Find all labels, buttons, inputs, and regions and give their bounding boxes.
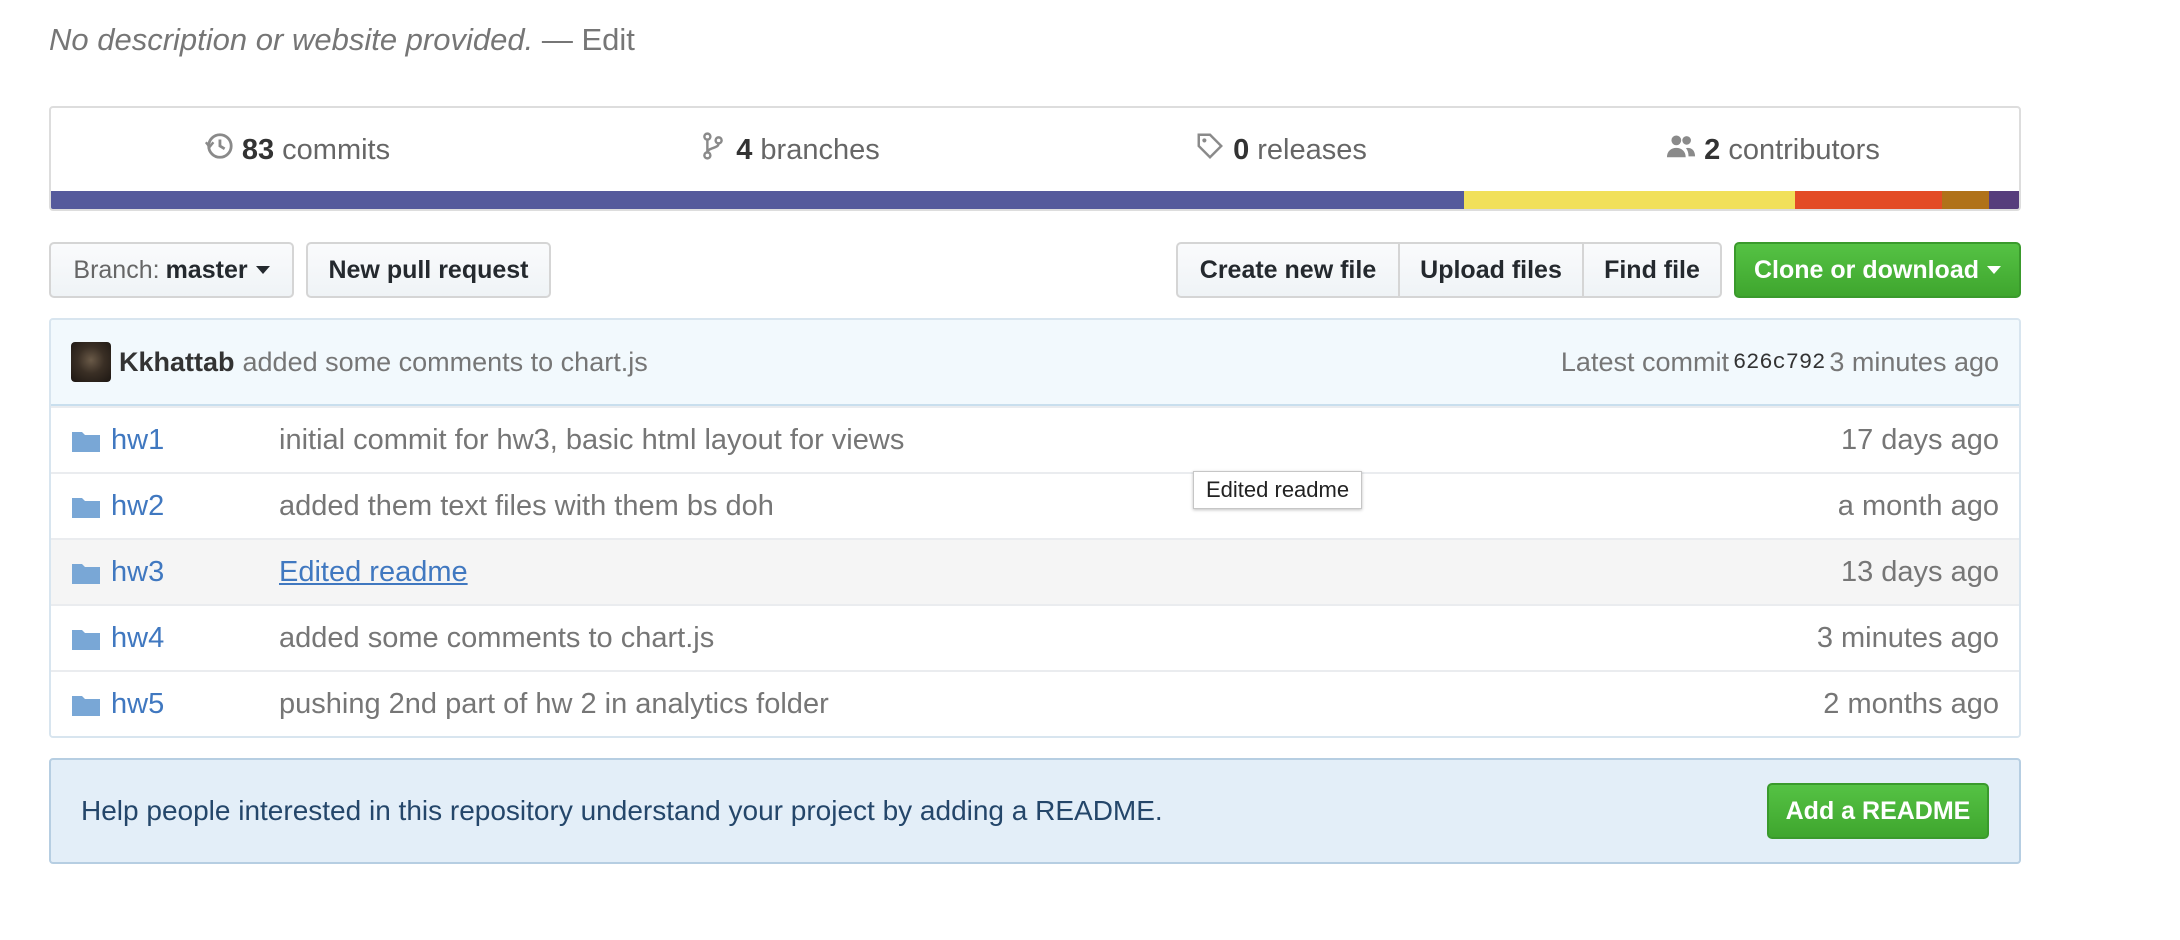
add-readme-button[interactable]: Add a README — [1767, 783, 1989, 839]
readme-prompt-text: Help people interested in this repositor… — [81, 795, 1163, 826]
file-actions-group: Create new file Upload files Find file — [1176, 242, 1722, 298]
releases-label: releases — [1257, 133, 1367, 166]
chevron-down-icon — [1987, 266, 2001, 274]
branches-link[interactable]: 4 branches — [543, 131, 1035, 169]
releases-link[interactable]: 0 releases — [1035, 131, 1527, 169]
commit-sha-link[interactable]: 626c792 — [1733, 350, 1825, 375]
branch-icon — [698, 131, 728, 169]
language-bar[interactable] — [51, 191, 2019, 209]
new-pull-request-button[interactable]: New pull request — [306, 242, 551, 298]
file-age: 3 minutes ago — [1816, 621, 1999, 654]
folder-icon — [71, 428, 101, 452]
description-separator: — — [541, 22, 573, 57]
latest-commit-prefix: Latest commit — [1560, 346, 1729, 377]
branch-label: Branch: — [73, 255, 160, 284]
table-row: hw1 initial commit for hw3, basic html l… — [51, 406, 2019, 472]
file-name-link[interactable]: hw3 — [111, 556, 279, 589]
commits-link[interactable]: 83 commits — [51, 131, 543, 169]
folder-icon — [71, 692, 101, 716]
file-name-link[interactable]: hw2 — [111, 490, 279, 523]
commits-label: commits — [282, 133, 391, 166]
branch-value: master — [165, 255, 248, 284]
find-file-button[interactable]: Find file — [1584, 244, 1720, 296]
commit-message-link[interactable]: added some comments to chart.js — [243, 347, 648, 378]
people-icon — [1666, 131, 1696, 169]
tag-icon — [1195, 131, 1225, 169]
table-row: hw4 added some comments to chart.js 3 mi… — [51, 604, 2019, 670]
file-commit-message-link[interactable]: pushing 2nd part of hw 2 in analytics fo… — [279, 688, 1823, 721]
description-text: No description or website provided. — [49, 22, 534, 57]
commit-author-link[interactable]: Kkhattab — [119, 347, 235, 378]
file-age: a month ago — [1837, 489, 1999, 522]
file-name-link[interactable]: hw1 — [111, 424, 279, 457]
folder-icon — [71, 560, 101, 584]
file-name-link[interactable]: hw5 — [111, 688, 279, 721]
clone-or-download-button[interactable]: Clone or download — [1734, 242, 2021, 298]
table-row: hw2 added them text files with them bs d… — [51, 472, 2019, 538]
folder-icon — [71, 494, 101, 518]
folder-icon — [71, 626, 101, 650]
commit-age: 3 minutes ago — [1829, 346, 1999, 377]
table-row: hw5 pushing 2nd part of hw 2 in analytic… — [51, 670, 2019, 736]
file-browser: Kkhattab added some comments to chart.js… — [49, 318, 2021, 738]
repo-description: No description or website provided. — Ed… — [49, 22, 635, 58]
file-commit-message-link[interactable]: initial commit for hw3, basic html layou… — [279, 424, 1841, 457]
branches-label: branches — [760, 133, 880, 166]
chevron-down-icon — [255, 266, 270, 274]
contributors-count: 2 — [1704, 133, 1721, 166]
branches-count: 4 — [736, 133, 753, 166]
file-name-link[interactable]: hw4 — [111, 622, 279, 655]
repo-summary: 83 commits 4 branches 0 releases 2 contr… — [49, 106, 2021, 211]
releases-count: 0 — [1233, 133, 1250, 166]
file-age: 2 months ago — [1823, 687, 1999, 720]
language-segment[interactable] — [1794, 191, 1943, 209]
tooltip: Edited readme — [1193, 471, 1363, 509]
language-segment[interactable] — [1989, 191, 2019, 209]
branch-select-button[interactable]: Branch: master — [49, 242, 294, 298]
file-age: 17 days ago — [1840, 423, 1999, 456]
table-row: hw3 Edited readme 13 days ago — [51, 538, 2019, 604]
upload-files-button[interactable]: Upload files — [1400, 244, 1584, 296]
commits-count: 83 — [241, 133, 275, 166]
language-segment[interactable] — [51, 191, 1465, 209]
contributors-label: contributors — [1728, 133, 1880, 166]
clone-or-download-label: Clone or download — [1754, 255, 1979, 284]
language-segment[interactable] — [1464, 191, 1795, 209]
language-segment[interactable] — [1942, 191, 1990, 209]
file-commit-message-link[interactable]: added some comments to chart.js — [279, 622, 1817, 655]
file-commit-message-link[interactable]: Edited readme — [279, 556, 1841, 589]
history-icon — [204, 131, 234, 169]
create-new-file-button[interactable]: Create new file — [1178, 244, 1400, 296]
contributors-link[interactable]: 2 contributors — [1527, 131, 2019, 169]
avatar[interactable] — [71, 342, 111, 382]
latest-commit-bar: Kkhattab added some comments to chart.js… — [51, 320, 2019, 406]
readme-prompt: Help people interested in this repositor… — [49, 758, 2021, 864]
file-commit-message-link[interactable]: added them text files with them bs doh — [279, 490, 1838, 523]
edit-description-link[interactable]: Edit — [581, 22, 634, 57]
file-age: 13 days ago — [1840, 555, 1999, 588]
